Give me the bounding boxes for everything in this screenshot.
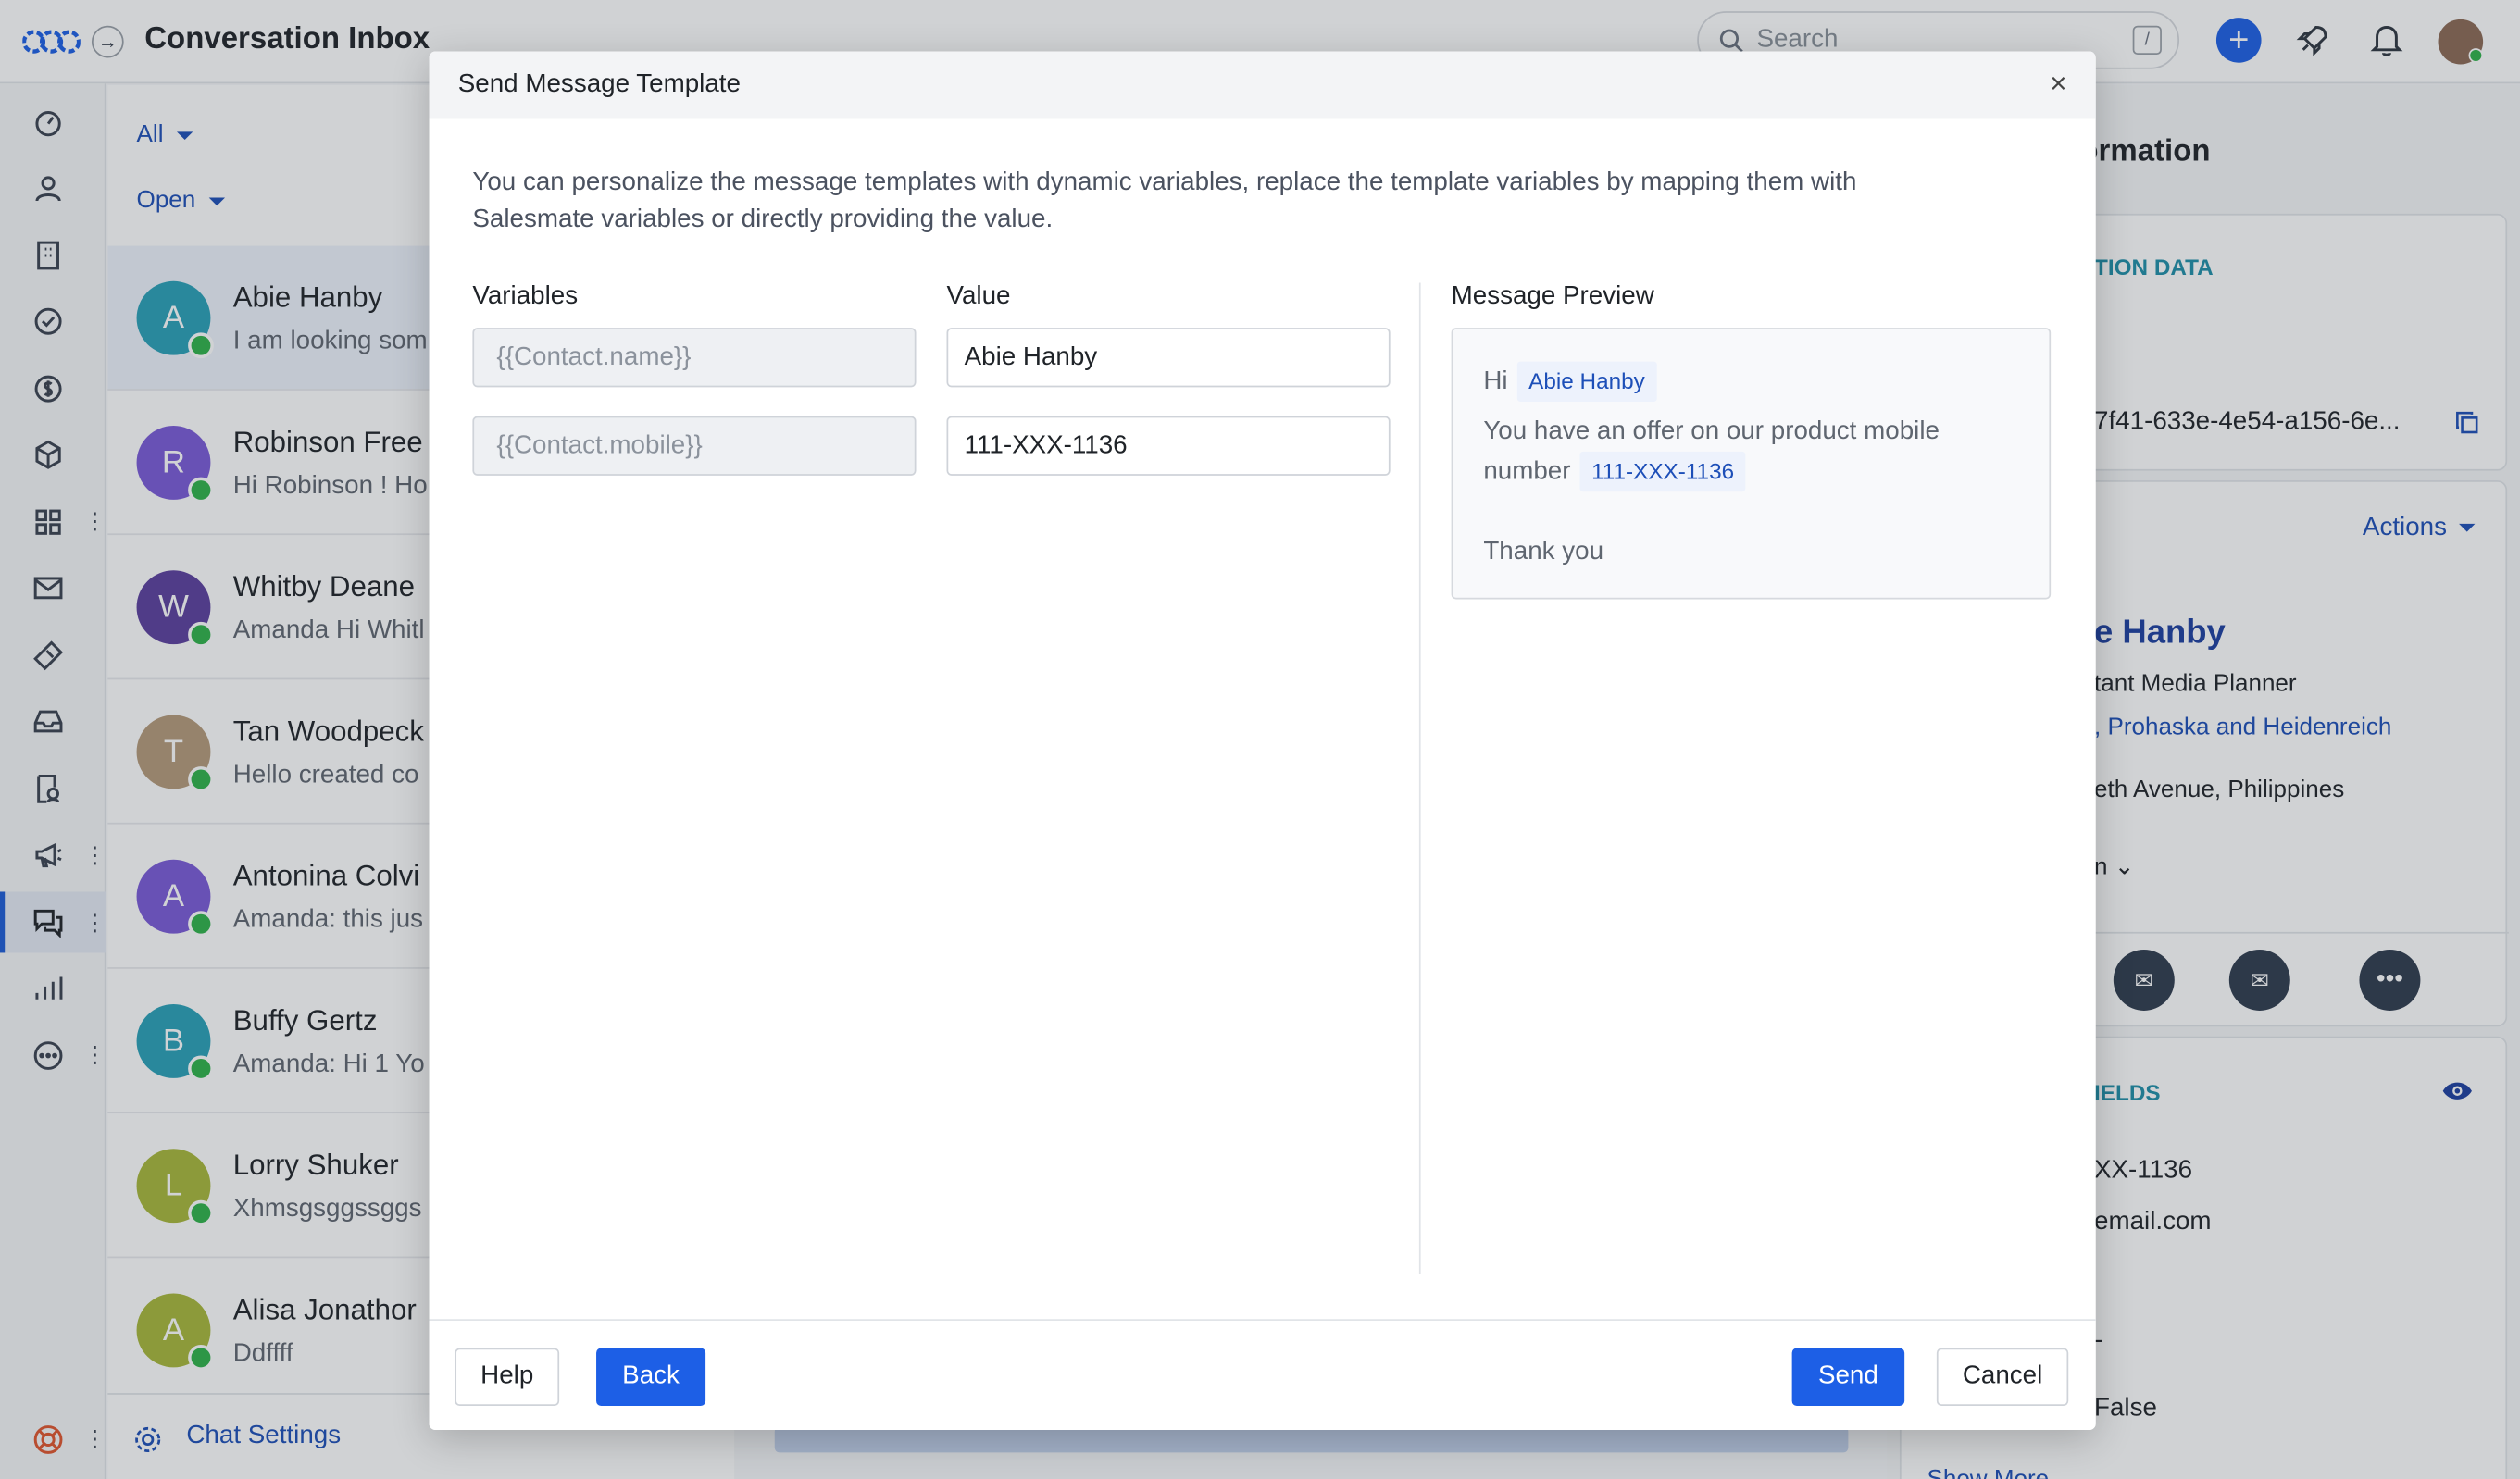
modal-header: Send Message Template ×	[429, 51, 2096, 119]
modal-footer: Help Back Send Cancel	[429, 1319, 2096, 1431]
value-label: Value	[946, 282, 1011, 311]
value-input[interactable]: Abie Hanby	[946, 328, 1391, 388]
preview-greeting-line: Hi Abie Hanby	[1483, 361, 1656, 402]
preview-body-line: You have an offer on our product mobile	[1483, 417, 1940, 445]
cancel-button[interactable]: Cancel	[1936, 1348, 2069, 1406]
variable-field: {{Contact.mobile}}	[472, 416, 917, 476]
variable-chip: Abie Hanby	[1516, 361, 1656, 402]
preview-body-line-2: number 111-XXX-1136	[1483, 451, 1746, 492]
column-divider	[1418, 282, 1421, 1274]
variable-field: {{Contact.name}}	[472, 328, 917, 388]
value-input[interactable]: 111-XXX-1136	[946, 416, 1391, 476]
preview-number-text: number	[1483, 457, 1571, 486]
variables-label: Variables	[472, 282, 579, 311]
preview-closing: Thank you	[1483, 538, 1604, 566]
help-button[interactable]: Help	[455, 1348, 560, 1406]
variable-chip: 111-XXX-1136	[1579, 451, 1746, 492]
back-button[interactable]: Back	[596, 1348, 706, 1406]
close-icon[interactable]: ×	[2050, 68, 2066, 101]
modal-description: You can personalize the message template…	[472, 168, 1857, 233]
send-button[interactable]: Send	[1791, 1348, 1905, 1406]
send-template-modal: Send Message Template × You can personal…	[429, 51, 2096, 1431]
preview-greeting: Hi	[1483, 367, 1508, 396]
preview-label: Message Preview	[1451, 282, 1654, 311]
modal-title: Send Message Template	[457, 70, 741, 98]
message-preview-box: Hi Abie Hanby You have an offer on our pr…	[1451, 328, 2052, 600]
